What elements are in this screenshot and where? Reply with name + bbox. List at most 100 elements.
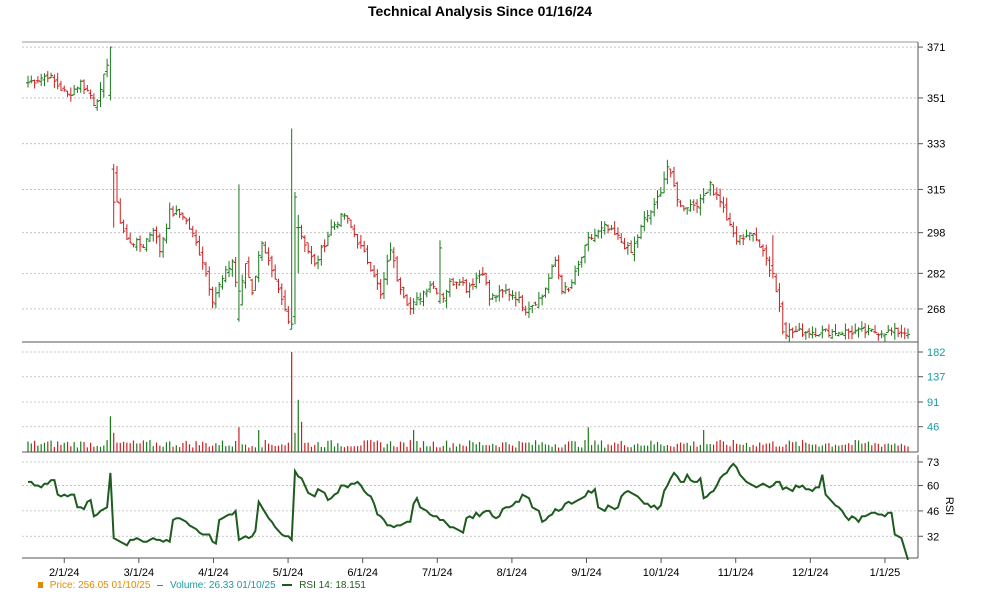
ohlc-bar	[395, 256, 400, 282]
volume-bar	[66, 441, 69, 452]
ohlc-bar	[279, 283, 284, 306]
ohlc-bar	[164, 223, 169, 244]
ohlc-bar	[886, 325, 891, 333]
volume-bar	[765, 443, 767, 452]
volume-bar	[287, 442, 289, 452]
volume-bar	[709, 444, 711, 452]
volume-bar	[80, 441, 82, 452]
ohlc-bar	[803, 331, 808, 340]
volume-bar	[627, 447, 629, 452]
volume-bar	[188, 444, 191, 452]
volume-bar	[788, 440, 790, 452]
volume-bar	[356, 446, 359, 452]
ohlc-bar	[559, 274, 564, 295]
ohlc-bar	[540, 294, 545, 306]
volume-bar	[350, 446, 352, 452]
ohlc-bar	[154, 226, 159, 244]
ohlc-bar	[276, 278, 281, 294]
volume-bar	[515, 447, 517, 452]
ohlc-bar	[372, 264, 377, 278]
ohlc-bar	[658, 187, 663, 197]
ohlc-bar	[273, 264, 278, 280]
volume-bar	[73, 442, 75, 452]
volume-bar	[633, 444, 636, 452]
volume-bar	[518, 441, 520, 452]
ohlc-bar	[171, 205, 176, 217]
volume-bar	[600, 440, 603, 452]
ohlc-bar	[187, 217, 192, 230]
volume-bar	[63, 442, 65, 452]
ohlc-bar	[665, 159, 670, 185]
volume-bar	[60, 444, 62, 452]
price-gridlines	[22, 46, 918, 310]
volume-bar	[380, 442, 382, 452]
ohlc-bar	[180, 212, 185, 220]
ohlc-bar	[138, 235, 143, 252]
volume-bar	[155, 442, 158, 452]
volume-bar	[277, 445, 280, 452]
volume-bar	[429, 446, 431, 452]
ohlc-bar	[292, 192, 297, 325]
volume-bar	[815, 444, 817, 452]
volume-bar	[432, 441, 434, 452]
ohlc-bar	[807, 328, 812, 339]
x-tick-label: 4/1/24	[198, 567, 229, 579]
volume-bar	[113, 432, 115, 452]
ohlc-bar	[388, 242, 393, 261]
ohlc-bar	[497, 285, 502, 302]
ohlc-bar	[114, 165, 119, 203]
volume-bar	[241, 444, 243, 452]
volume-bar	[653, 444, 655, 452]
ohlc-bar	[29, 75, 34, 84]
volume-bar	[831, 446, 833, 452]
ohlc-bar	[704, 191, 709, 195]
ohlc-bar	[101, 73, 106, 98]
ohlc-bar	[378, 278, 383, 300]
volume-bar	[551, 446, 553, 452]
volume-bar	[752, 444, 754, 452]
ohlc-bar	[503, 284, 508, 295]
volume-bar	[442, 445, 444, 452]
ohlc-bar	[316, 255, 321, 270]
volume-bar	[340, 446, 342, 452]
volume-bar	[320, 446, 322, 452]
volume-bar	[502, 442, 504, 452]
volume-bar	[683, 443, 685, 452]
ohlc-bar	[421, 290, 426, 307]
volume-bar	[99, 446, 102, 452]
chart-legend: Price: 256.05 01/10/25 Volume: 26.33 01/…	[38, 580, 370, 591]
x-tick-label: 5/1/24	[273, 567, 304, 579]
price-tick-label: 351	[927, 93, 945, 105]
volume-bar	[656, 442, 659, 452]
volume-bar	[231, 446, 233, 452]
volume-bar	[363, 440, 365, 452]
volume-bar	[584, 440, 586, 452]
volume-bar	[469, 440, 471, 452]
volume-bar	[581, 447, 583, 452]
volume-bar	[419, 447, 421, 452]
rsi-tick-label: 60	[927, 481, 939, 493]
ohlc-bar	[833, 324, 838, 336]
volume-bar	[571, 440, 573, 452]
volume-bar	[202, 441, 204, 452]
volume-bar	[422, 441, 425, 452]
volume-bar	[475, 444, 477, 452]
ohlc-bar	[289, 128, 294, 330]
ohlc-bar	[253, 275, 258, 291]
ohlc-bar	[711, 184, 716, 196]
volume-bar	[841, 444, 843, 452]
volume-bar	[218, 445, 220, 452]
volume-bar	[179, 447, 181, 452]
volume-bar	[851, 445, 853, 452]
price-panel: 371 351 333 315 298 282 268	[22, 41, 945, 343]
ohlc-bar	[223, 265, 228, 283]
x-tick-label: 3/1/24	[124, 567, 155, 579]
rsi-axis-ticks: 73 60 46 32	[918, 457, 939, 543]
volume-bar	[264, 440, 266, 452]
volume-gridlines	[22, 351, 918, 428]
volume-bar	[33, 440, 36, 452]
volume-bar	[495, 445, 497, 452]
ohlc-bar	[800, 323, 805, 337]
rsi-tick-label: 46	[927, 506, 939, 518]
volume-bar	[324, 447, 326, 452]
